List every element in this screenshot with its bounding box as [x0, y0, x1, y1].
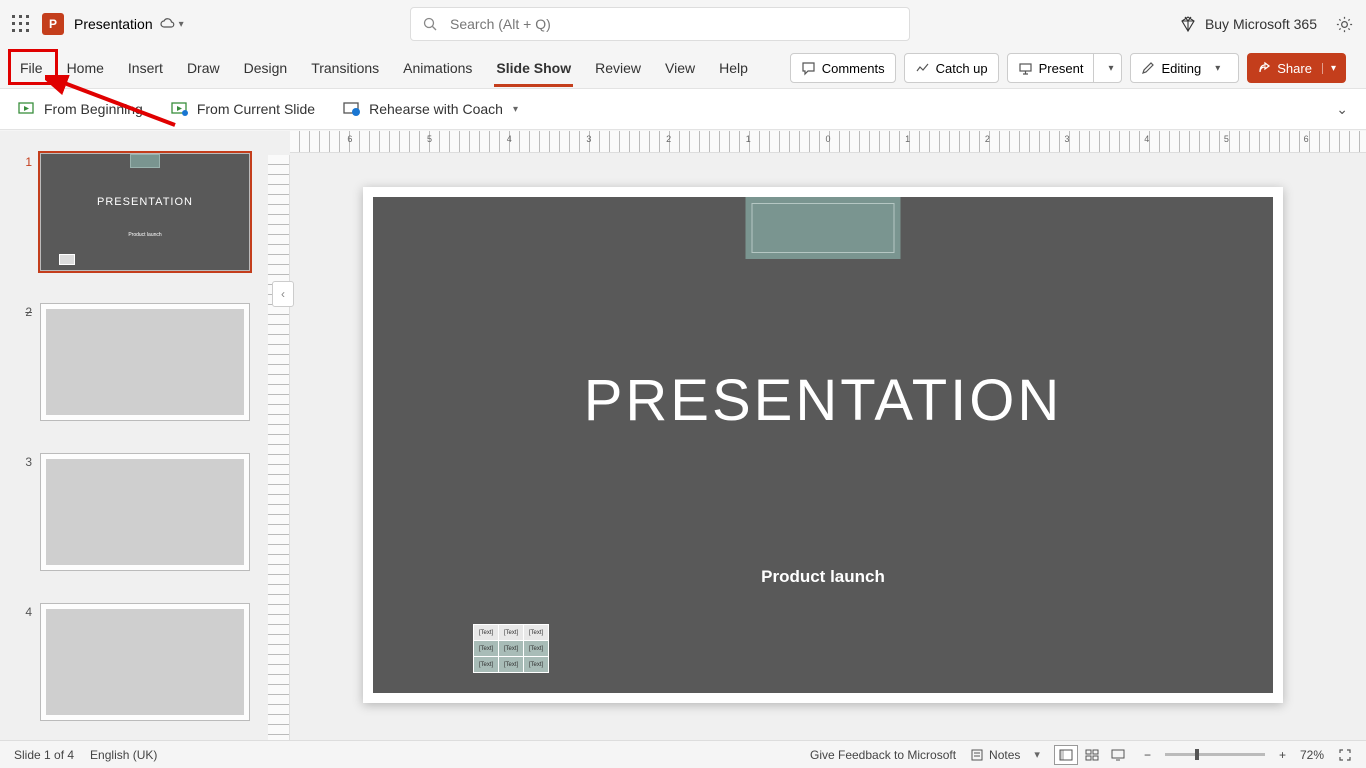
tab-review[interactable]: Review [583, 48, 653, 88]
chevron-down-icon[interactable]: ▾ [1034, 748, 1040, 761]
chevron-down-icon[interactable]: ▾ [513, 104, 518, 115]
panel-collapse-handle[interactable]: ‹ [272, 281, 294, 307]
tab-file[interactable]: File [8, 48, 55, 88]
document-title[interactable]: Presentation [74, 16, 153, 32]
slide-canvas-area[interactable]: PRESENTATION Product launch [Text][Text]… [292, 155, 1354, 728]
from-current-slide-button[interactable]: From Current Slide [171, 100, 315, 118]
thumb-number-4: 4 [10, 603, 32, 721]
reading-view-button[interactable] [1106, 745, 1130, 765]
tab-draw[interactable]: Draw [175, 48, 232, 88]
tab-home[interactable]: Home [55, 48, 116, 88]
zoom-out-button[interactable]: − [1144, 748, 1151, 762]
rehearse-with-coach-button[interactable]: Rehearse with Coach ▾ [343, 100, 518, 118]
share-button[interactable]: Share ▾ [1247, 53, 1346, 83]
search-input[interactable]: Search (Alt + Q) [410, 7, 910, 41]
zoom-level[interactable]: 72% [1300, 748, 1324, 762]
saved-cloud-icon [159, 16, 175, 32]
vertical-ruler [268, 155, 290, 740]
thumb-number-1: 1 [10, 153, 32, 271]
language-indicator[interactable]: English (UK) [90, 748, 157, 762]
present-dropdown[interactable]: ▾ [1100, 63, 1121, 74]
search-placeholder: Search (Alt + Q) [450, 16, 551, 32]
catchup-icon [915, 61, 930, 76]
slide-thumbnail-panel[interactable]: 1 PRESENTATION Product launch 2 3 4 [0, 131, 268, 740]
search-icon [423, 17, 438, 32]
app-launcher-icon[interactable] [12, 15, 30, 33]
fit-to-window-button[interactable] [1338, 748, 1352, 762]
editing-mode-button[interactable]: Editing ▾ [1130, 53, 1239, 83]
slide-title[interactable]: PRESENTATION [373, 367, 1273, 434]
horizontal-ruler: 6543210123456 [290, 131, 1366, 153]
from-beginning-button[interactable]: From Beginning [18, 100, 143, 118]
slide-header-shape[interactable] [746, 197, 901, 259]
slide-thumbnail-4[interactable] [40, 603, 250, 721]
editing-dropdown[interactable]: ▾ [1207, 63, 1228, 74]
zoom-in-button[interactable]: + [1279, 748, 1286, 762]
thumb-number-3: 3 [10, 453, 32, 571]
present-button[interactable]: Present ▾ [1007, 53, 1123, 83]
tab-slideshow[interactable]: Slide Show [484, 48, 583, 88]
ribbon-expand-button[interactable]: ⌄ [1336, 101, 1348, 118]
sorter-view-button[interactable] [1080, 745, 1104, 765]
tab-insert[interactable]: Insert [116, 48, 175, 88]
tab-view[interactable]: View [653, 48, 707, 88]
slide-thumbnail-1[interactable]: PRESENTATION Product launch [40, 153, 250, 271]
slide-canvas[interactable]: PRESENTATION Product launch [Text][Text]… [363, 187, 1283, 703]
slide-subtitle[interactable]: Product launch [373, 567, 1273, 587]
tab-help[interactable]: Help [707, 48, 760, 88]
tab-animations[interactable]: Animations [391, 48, 484, 88]
diamond-icon [1179, 15, 1197, 33]
share-icon [1257, 61, 1271, 75]
comments-button[interactable]: Comments [790, 53, 896, 83]
comment-icon [801, 61, 816, 76]
normal-view-button[interactable] [1054, 745, 1078, 765]
title-dropdown-icon[interactable]: ▾ [179, 19, 184, 30]
play-from-start-icon [18, 100, 36, 118]
coach-icon [343, 100, 361, 118]
share-dropdown[interactable]: ▾ [1322, 63, 1336, 74]
settings-icon[interactable] [1335, 15, 1354, 34]
tab-design[interactable]: Design [232, 48, 300, 88]
slide-thumbnail-2[interactable] [40, 303, 250, 421]
feedback-link[interactable]: Give Feedback to Microsoft [810, 748, 956, 762]
tab-transitions[interactable]: Transitions [299, 48, 391, 88]
powerpoint-icon: P [42, 13, 64, 35]
play-from-current-icon [171, 100, 189, 118]
present-icon [1018, 61, 1033, 76]
slide-thumbnail-3[interactable] [40, 453, 250, 571]
zoom-slider[interactable] [1165, 753, 1265, 756]
notes-icon [970, 748, 984, 762]
slide-counter[interactable]: Slide 1 of 4 [14, 748, 74, 762]
catchup-button[interactable]: Catch up [904, 53, 999, 83]
buy-microsoft-365-button[interactable]: Buy Microsoft 365 [1179, 15, 1317, 33]
notes-toggle[interactable]: Notes [970, 748, 1020, 762]
slide-table[interactable]: [Text][Text][Text] [Text][Text][Text] [T… [473, 624, 549, 673]
thumb-number-2: 2 [10, 303, 32, 421]
pencil-icon [1141, 61, 1155, 75]
